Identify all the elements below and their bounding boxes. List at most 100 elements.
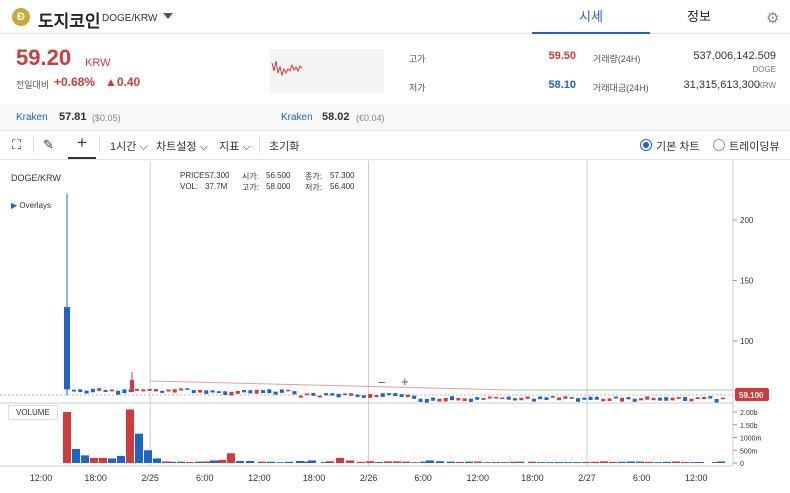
- candle-body: [494, 396, 499, 399]
- tradingview-radio[interactable]: [713, 139, 725, 151]
- volume-bar: [501, 462, 509, 463]
- coin-pair: DOGE/KRW: [102, 13, 158, 24]
- candle-body: [424, 398, 429, 403]
- candle-body: [279, 389, 284, 393]
- info-vol-label: VOL:: [180, 182, 199, 191]
- candle-body: [695, 397, 700, 400]
- candle-body: [607, 398, 612, 401]
- interval-select[interactable]: 1시간 ⌵: [110, 138, 148, 154]
- candle-body: [651, 397, 656, 401]
- volume-bar: [246, 460, 254, 463]
- candle-body: [645, 396, 650, 400]
- candle-body: [210, 390, 215, 393]
- y-tick-label: 200: [740, 216, 754, 225]
- volume-bar: [456, 461, 464, 463]
- moving-average-line: [149, 380, 511, 391]
- zoom-out-icon[interactable]: −: [378, 375, 386, 390]
- volume-bar: [672, 461, 680, 463]
- volume-bar: [375, 462, 383, 463]
- volume-bar: [285, 461, 293, 463]
- volume-bar: [690, 462, 698, 463]
- volume-bar: [81, 455, 89, 463]
- info-low: 56.400: [330, 182, 355, 191]
- x-tick-label: 18:00: [84, 473, 107, 483]
- candle-body: [613, 396, 618, 399]
- candle-body: [664, 397, 669, 401]
- current-price: 59.20: [16, 45, 72, 70]
- candle-body: [229, 391, 234, 396]
- candle-body: [330, 393, 335, 396]
- fullscreen-icon[interactable]: ⛶: [12, 137, 21, 153]
- candle-body: [116, 390, 121, 395]
- tab-info[interactable]: 정보: [640, 0, 758, 34]
- candle-body: [475, 397, 480, 400]
- volume-bar: [591, 461, 599, 463]
- gear-icon[interactable]: ⚙: [766, 9, 779, 27]
- candle-body: [317, 395, 322, 398]
- zoom-in-icon[interactable]: +: [401, 374, 409, 389]
- volume-bar: [168, 461, 176, 463]
- chevron-down-icon: ⌵: [139, 141, 148, 153]
- candle-body: [153, 389, 158, 392]
- volume-bar: [483, 462, 491, 463]
- tab-quote[interactable]: 시세: [532, 0, 650, 34]
- volume-bar: [72, 448, 80, 463]
- volume-bar: [186, 461, 194, 463]
- volume-bar: [296, 460, 304, 463]
- candle-body: [513, 398, 517, 401]
- volume-bar: [227, 453, 235, 463]
- x-tick-label: 6:00: [196, 473, 214, 483]
- volume-bar: [663, 461, 671, 463]
- candle-body: [223, 391, 228, 395]
- candle-body: [311, 393, 316, 396]
- pencil-icon[interactable]: ✎: [43, 137, 54, 153]
- volume-tick-label: 0: [740, 461, 744, 468]
- volume-tick-label: 1000m: [740, 436, 762, 443]
- candle-body: [538, 396, 543, 400]
- x-tick-label: 18:00: [521, 473, 544, 483]
- indicators-menu[interactable]: 지표 ⌵: [219, 138, 251, 154]
- candle-body: [342, 393, 347, 395]
- candle-body: [519, 397, 524, 401]
- chart-settings-menu[interactable]: 차트설정 ⌵: [156, 138, 208, 154]
- x-tick-label: 18:00: [303, 473, 326, 483]
- candle-body: [676, 397, 681, 399]
- prev-day-label: 전일대비: [16, 80, 50, 90]
- info-high-label: 고가:: [242, 183, 259, 192]
- candle-body: [361, 395, 366, 398]
- candle-body: [456, 397, 461, 401]
- candle-body: [198, 389, 202, 393]
- exchange-name[interactable]: Kraken: [16, 112, 48, 123]
- volume-bar: [210, 460, 218, 463]
- volume-bar: [537, 462, 545, 463]
- candle-body: [412, 395, 417, 399]
- candle-body: [506, 396, 511, 400]
- crosshair-icon[interactable]: +: [68, 133, 96, 159]
- volume-bar: [465, 461, 473, 463]
- pair-dropdown-icon[interactable]: [163, 13, 173, 19]
- candle-body: [576, 398, 580, 402]
- candle-body: [500, 397, 505, 400]
- basic-chart-radio[interactable]: [640, 139, 652, 151]
- volume-bar: [609, 461, 617, 463]
- price-chart[interactable]: 12:00 18:00 2/25 6:00 12:00 18:00 2/26 6:00 12:0…: [0, 161, 790, 493]
- exchange-name[interactable]: Kraken: [281, 112, 313, 123]
- overlays-toggle[interactable]: ▶ Overlays: [11, 201, 51, 210]
- candle-body: [550, 396, 555, 398]
- tradingview-label[interactable]: 트레이딩뷰: [729, 138, 780, 154]
- x-tick-label: 6:00: [633, 473, 651, 483]
- reset-button[interactable]: 초기화: [269, 138, 299, 154]
- candle-body: [582, 397, 587, 400]
- candle-body: [72, 389, 76, 392]
- candle-body: [657, 397, 662, 401]
- volume-bar: [436, 461, 444, 463]
- candle-body: [689, 398, 694, 402]
- basic-chart-label[interactable]: 기본 차트: [656, 138, 700, 154]
- candle-body: [632, 398, 637, 402]
- candle-body: [191, 390, 196, 394]
- volume-bar: [528, 461, 536, 463]
- volume-bar: [366, 461, 374, 463]
- x-tick-label: 12:00: [685, 473, 708, 483]
- chevron-down-icon: ⌵: [199, 141, 208, 153]
- candle-body: [620, 397, 625, 402]
